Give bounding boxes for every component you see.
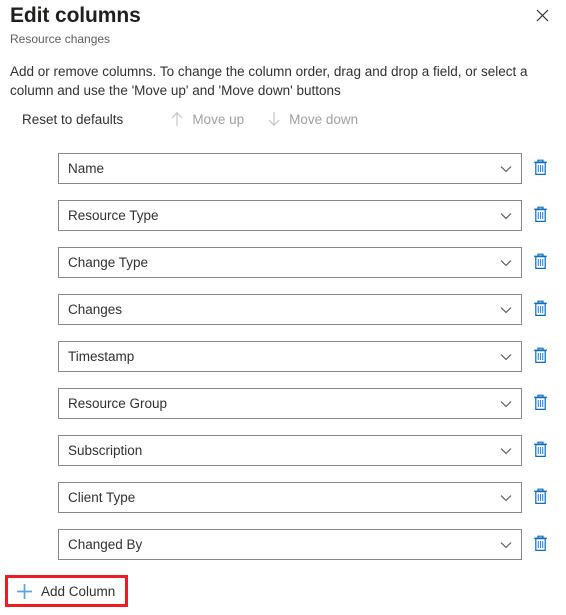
column-select-label: Resource Group	[68, 395, 168, 411]
close-icon	[536, 9, 549, 22]
trash-icon	[532, 205, 549, 227]
add-column-label: Add Column	[41, 583, 116, 599]
column-row: Change Type	[0, 247, 566, 278]
column-row: Changed By	[0, 529, 566, 560]
page-title: Edit columns	[10, 4, 141, 27]
column-row: Client Type	[0, 482, 566, 513]
column-select-label: Resource Type	[68, 207, 159, 223]
close-button[interactable]	[530, 3, 554, 27]
column-row: Subscription	[0, 435, 566, 466]
trash-icon	[532, 534, 549, 556]
delete-column-button-8[interactable]	[529, 533, 551, 557]
column-select-5[interactable]: Resource Group	[58, 388, 522, 419]
chevron-down-icon	[491, 353, 521, 361]
delete-column-button-3[interactable]	[529, 298, 551, 322]
column-select-label: Changes	[68, 301, 123, 317]
column-list: Name Resource Type Change Type Changes T…	[0, 153, 566, 576]
column-select-4[interactable]: Timestamp	[58, 341, 522, 372]
column-select-2[interactable]: Change Type	[58, 247, 522, 278]
chevron-down-icon	[491, 447, 521, 455]
reset-to-defaults-label: Reset to defaults	[22, 111, 124, 127]
add-column-highlight: Add Column	[5, 575, 128, 607]
reset-to-defaults-button[interactable]: Reset to defaults	[22, 112, 123, 127]
column-row: Changes	[0, 294, 566, 325]
arrow-up-icon	[169, 110, 185, 128]
move-up-button[interactable]: Move up	[169, 110, 244, 128]
delete-column-button-1[interactable]	[529, 204, 551, 228]
column-row: Timestamp	[0, 341, 566, 372]
delete-column-button-7[interactable]	[529, 486, 551, 510]
move-up-label: Move up	[192, 111, 245, 127]
page-subtitle: Resource changes	[10, 32, 111, 46]
trash-icon	[532, 252, 549, 274]
column-select-3[interactable]: Changes	[58, 294, 522, 325]
arrow-down-icon	[266, 110, 282, 128]
trash-icon	[532, 299, 549, 321]
column-select-0[interactable]: Name	[58, 153, 522, 184]
chevron-down-icon	[491, 212, 521, 220]
column-select-6[interactable]: Subscription	[58, 435, 522, 466]
column-select-label: Changed By	[68, 536, 143, 552]
chevron-down-icon	[491, 541, 521, 549]
delete-column-button-2[interactable]	[529, 251, 551, 275]
column-select-label: Subscription	[68, 442, 143, 458]
add-column-button[interactable]: Add Column	[8, 578, 125, 604]
column-select-label: Name	[68, 160, 105, 176]
delete-column-button-6[interactable]	[529, 439, 551, 463]
column-select-7[interactable]: Client Type	[58, 482, 522, 513]
trash-icon	[532, 158, 549, 180]
command-bar: Reset to defaults Move up Move down	[22, 108, 358, 130]
trash-icon	[532, 346, 549, 368]
column-row: Name	[0, 153, 566, 184]
move-down-button[interactable]: Move down	[266, 110, 358, 128]
column-row: Resource Group	[0, 388, 566, 419]
chevron-down-icon	[491, 400, 521, 408]
column-select-8[interactable]: Changed By	[58, 529, 522, 560]
chevron-down-icon	[491, 165, 521, 173]
trash-icon	[532, 440, 549, 462]
delete-column-button-4[interactable]	[529, 345, 551, 369]
delete-column-button-5[interactable]	[529, 392, 551, 416]
column-select-label: Client Type	[68, 489, 136, 505]
column-select-1[interactable]: Resource Type	[58, 200, 522, 231]
trash-icon	[532, 393, 549, 415]
delete-column-button-0[interactable]	[529, 157, 551, 181]
plus-icon	[15, 582, 33, 600]
chevron-down-icon	[491, 494, 521, 502]
move-down-label: Move down	[289, 111, 359, 127]
column-select-label: Change Type	[68, 254, 149, 270]
chevron-down-icon	[491, 259, 521, 267]
chevron-down-icon	[491, 306, 521, 314]
column-row: Resource Type	[0, 200, 566, 231]
panel-description: Add or remove columns. To change the col…	[10, 64, 528, 98]
trash-icon	[532, 487, 549, 509]
column-select-label: Timestamp	[68, 348, 135, 364]
